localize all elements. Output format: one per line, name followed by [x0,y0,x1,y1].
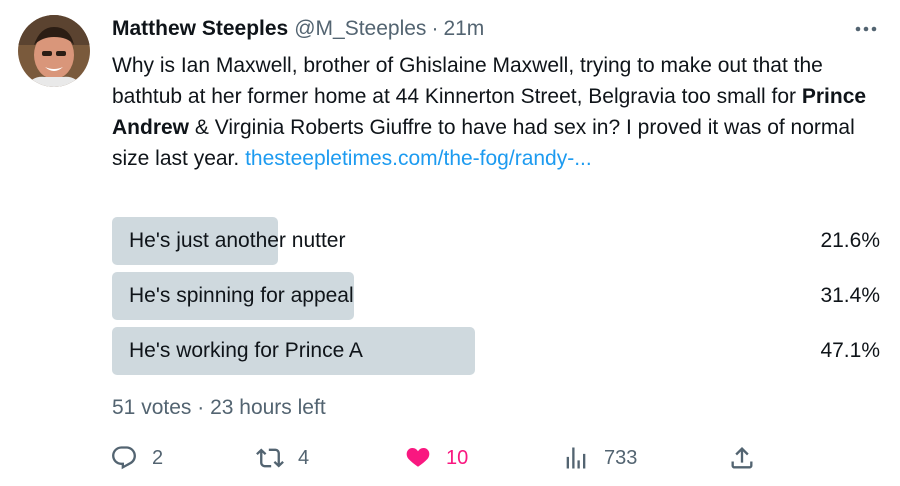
share-button[interactable] [728,440,756,476]
poll-option-percent: 47.1% [820,339,880,362]
poll-option-label: He's just another nutter [129,229,346,252]
tweet-header: Matthew Steeples @M_Steeples · 21m [112,14,484,44]
action-bar: 2 4 10 733 [0,440,900,476]
poll-time-left: 23 hours left [210,396,326,419]
reply-count: 2 [152,446,164,469]
display-name[interactable]: Matthew Steeples [112,17,288,41]
poll-option: He's just another nutter 21.6% [112,217,882,265]
retweet-icon [256,444,284,472]
retweet-count: 4 [298,446,310,469]
views-icon [562,444,590,472]
like-button[interactable]: 10 [404,440,468,476]
poll: He's just another nutter 21.6% He's spin… [112,217,882,382]
heart-icon [404,444,432,472]
poll-option-percent: 21.6% [820,229,880,252]
poll-option-label: He's spinning for appeal [129,284,354,307]
tweet-text-part1: Why is Ian Maxwell, brother of Ghislaine… [112,54,823,108]
views-button[interactable]: 733 [562,440,637,476]
poll-meta-separator: · [197,396,205,419]
poll-votes: 51 votes [112,396,192,419]
share-icon [728,444,756,472]
poll-option: He's working for Prince A 47.1% [112,327,882,375]
poll-option: He's spinning for appeal 31.4% [112,272,882,320]
views-count: 733 [604,446,638,469]
like-count: 10 [446,446,469,469]
handle[interactable]: @M_Steeples [294,17,426,41]
poll-option-label: He's working for Prince A [129,339,363,362]
timestamp[interactable]: 21m [443,17,484,41]
poll-option-percent: 31.4% [820,284,880,307]
tweet-text: Why is Ian Maxwell, brother of Ghislaine… [112,50,882,174]
reply-button[interactable]: 2 [110,440,163,476]
header-separator: · [431,17,439,40]
retweet-button[interactable]: 4 [256,440,309,476]
tweet: Matthew Steeples @M_Steeples · 21m Why i… [0,0,900,486]
poll-meta: 51 votes · 23 hours left [112,396,326,420]
avatar[interactable] [18,15,90,87]
tweet-link[interactable]: thesteepletimes.com/the-fog/randy-... [245,147,592,170]
reply-icon [110,444,138,472]
more-options-icon[interactable] [848,14,884,44]
